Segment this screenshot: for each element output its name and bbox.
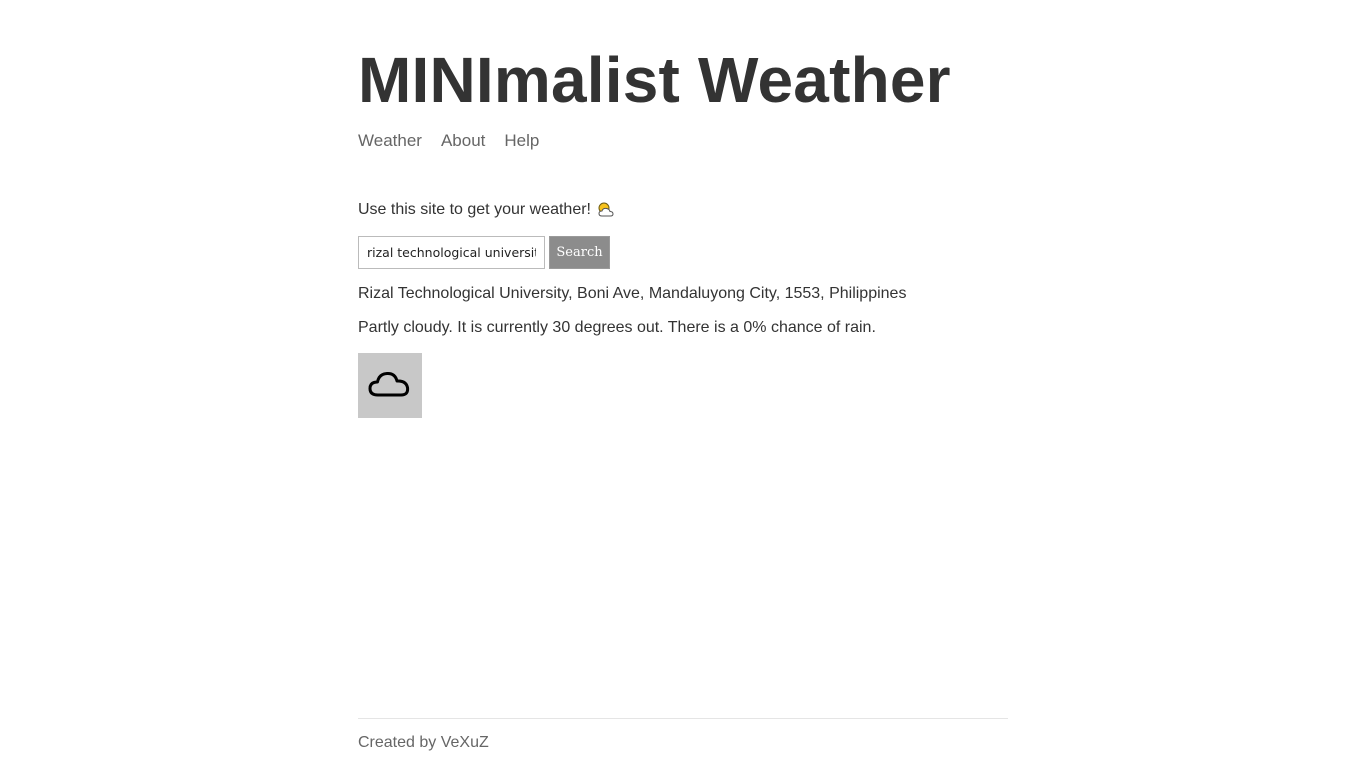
footer-divider: [358, 718, 1008, 719]
main-container: MINImalist Weather Weather About Help Us…: [358, 0, 1008, 768]
main-nav: Weather About Help: [358, 131, 539, 151]
nav-item-about[interactable]: About: [441, 131, 485, 151]
nav-item-help[interactable]: Help: [504, 131, 539, 151]
search-button[interactable]: Search: [549, 236, 610, 269]
site-title: MINImalist Weather: [358, 44, 951, 116]
intro-text: Use this site to get your weather!: [358, 201, 591, 218]
search-input[interactable]: [358, 236, 545, 269]
cloud-icon: [366, 365, 414, 406]
intro-line: Use this site to get your weather!: [358, 200, 618, 220]
sun-behind-cloud-icon: [596, 201, 618, 219]
result-forecast: Partly cloudy. It is currently 30 degree…: [358, 319, 876, 336]
nav-item-weather[interactable]: Weather: [358, 131, 422, 151]
page: MINImalist Weather Weather About Help Us…: [0, 0, 1366, 768]
footer-credit: Created by VeXuZ: [358, 734, 489, 751]
result-location: Rizal Technological University, Boni Ave…: [358, 285, 907, 302]
weather-icon-box: [358, 353, 422, 418]
search-form: Search: [358, 236, 610, 269]
